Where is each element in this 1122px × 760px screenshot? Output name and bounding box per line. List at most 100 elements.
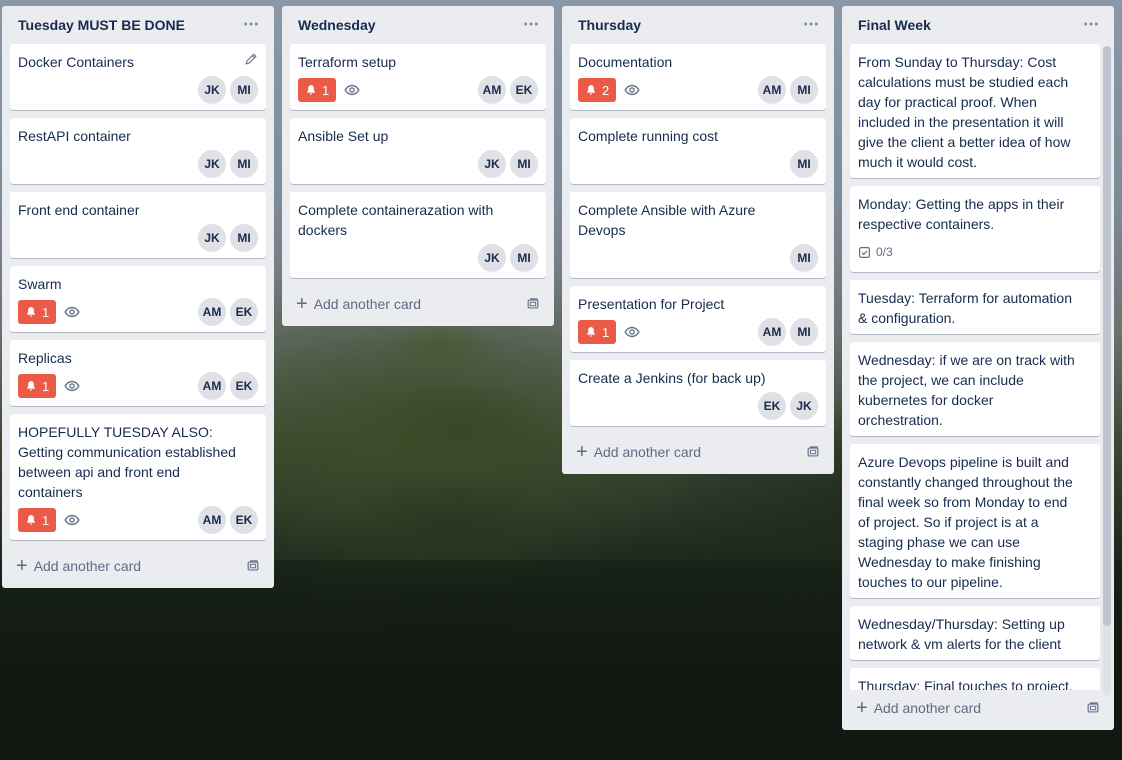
card[interactable]: Ansible Set up JK MI	[290, 118, 546, 184]
card[interactable]: HOPEFULLY TUESDAY ALSO: Getting communic…	[10, 414, 266, 540]
card[interactable]: Wednesday/Thursday: Setting up network &…	[850, 606, 1100, 660]
member-avatar[interactable]: JK	[478, 244, 506, 272]
list-header[interactable]: Tuesday MUST BE DONE ⋯	[2, 6, 274, 44]
card[interactable]: Replicas 1 AM EK	[10, 340, 266, 406]
card-footer: MI	[578, 150, 818, 178]
card-template-icon[interactable]	[806, 445, 820, 459]
member-avatar[interactable]: JK	[790, 392, 818, 420]
card-title: Complete Ansible with Azure Devops	[578, 202, 756, 238]
card-template-icon[interactable]	[1086, 701, 1100, 715]
member-avatar[interactable]: JK	[198, 224, 226, 252]
card-title: Azure Devops pipeline is built and const…	[858, 454, 1073, 590]
card[interactable]: Thursday: Final touches to project. This…	[850, 668, 1100, 690]
list-menu-icon[interactable]: ⋯	[799, 16, 824, 34]
card-title: Wednesday: if we are on track with the p…	[858, 352, 1075, 428]
card-title: From Sunday to Thursday: Cost calculatio…	[858, 54, 1071, 170]
member-avatar[interactable]: MI	[230, 224, 258, 252]
due-alert-badge[interactable]: 1	[18, 508, 57, 532]
due-alert-badge[interactable]: 1	[578, 320, 617, 344]
member-avatar[interactable]: JK	[198, 76, 226, 104]
card-members: MI	[790, 244, 818, 272]
member-avatar[interactable]: MI	[790, 244, 818, 272]
card-members: JK MI	[198, 76, 258, 104]
add-card-button[interactable]: + Add another card	[576, 442, 701, 462]
due-alert-badge[interactable]: 1	[298, 78, 337, 102]
edit-pencil-icon[interactable]	[244, 52, 258, 66]
card[interactable]: Front end container JK MI	[10, 192, 266, 258]
member-avatar[interactable]: EK	[510, 76, 538, 104]
due-alert-badge[interactable]: 1	[18, 300, 57, 324]
list-header[interactable]: Thursday ⋯	[562, 6, 834, 44]
card[interactable]: Complete running cost MI	[570, 118, 826, 184]
member-avatar[interactable]: AM	[198, 298, 226, 326]
due-alert-badge[interactable]: 2	[578, 78, 617, 102]
card[interactable]: Complete Ansible with Azure Devops MI	[570, 192, 826, 278]
card-title: Presentation for Project	[578, 296, 725, 312]
card-template-icon[interactable]	[246, 559, 260, 573]
member-avatar[interactable]: AM	[758, 76, 786, 104]
list-menu-icon[interactable]: ⋯	[1079, 16, 1104, 34]
member-avatar[interactable]: EK	[758, 392, 786, 420]
add-card-button[interactable]: + Add another card	[856, 698, 981, 718]
card-footer: 1 AM EK	[298, 76, 538, 104]
member-avatar[interactable]: MI	[790, 150, 818, 178]
list-header[interactable]: Final Week ⋯	[842, 6, 1114, 44]
card-badges: 0/3	[858, 245, 893, 259]
scroll-thumb[interactable]	[1103, 46, 1111, 626]
list-1: Wednesday ⋯ Terraform setup 1 AM EK Ansible Se…	[282, 6, 554, 326]
card[interactable]: Docker Containers JK MI	[10, 44, 266, 110]
list-title[interactable]: Wednesday	[298, 17, 376, 33]
add-card-button[interactable]: + Add another card	[16, 556, 141, 576]
member-avatar[interactable]: AM	[758, 318, 786, 346]
member-avatar[interactable]: MI	[510, 244, 538, 272]
card-title: HOPEFULLY TUESDAY ALSO: Getting communic…	[18, 424, 236, 500]
card-badges: 1	[18, 508, 80, 532]
card-footer: 1 AM MI	[578, 318, 818, 346]
member-avatar[interactable]: EK	[230, 506, 258, 534]
add-card-row: + Add another card	[282, 286, 554, 326]
member-avatar[interactable]: AM	[198, 372, 226, 400]
card[interactable]: Tuesday: Terraform for automation & conf…	[850, 280, 1100, 334]
list-scrollbar[interactable]	[1103, 46, 1111, 696]
plus-icon: +	[296, 293, 308, 315]
due-alert-badge[interactable]: 1	[18, 374, 57, 398]
card[interactable]: Presentation for Project 1 AM MI	[570, 286, 826, 352]
member-avatar[interactable]: AM	[478, 76, 506, 104]
card-members: MI	[790, 150, 818, 178]
card[interactable]: Create a Jenkins (for back up) EK JK	[570, 360, 826, 426]
card[interactable]: Complete containerazation with dockers JK…	[290, 192, 546, 278]
member-avatar[interactable]: JK	[198, 150, 226, 178]
card-template-icon[interactable]	[526, 297, 540, 311]
card[interactable]: Swarm 1 AM EK	[10, 266, 266, 332]
card[interactable]: Monday: Getting the apps in their respec…	[850, 186, 1100, 272]
card[interactable]: Wednesday: if we are on track with the p…	[850, 342, 1100, 436]
list-menu-icon[interactable]: ⋯	[519, 16, 544, 34]
list-title[interactable]: Thursday	[578, 17, 641, 33]
member-avatar[interactable]: MI	[790, 318, 818, 346]
add-card-row: + Add another card	[2, 548, 274, 588]
member-avatar[interactable]: MI	[790, 76, 818, 104]
member-avatar[interactable]: MI	[510, 150, 538, 178]
card[interactable]: From Sunday to Thursday: Cost calculatio…	[850, 44, 1100, 178]
member-avatar[interactable]: EK	[230, 298, 258, 326]
card-title: Front end container	[18, 202, 140, 218]
list-0: Tuesday MUST BE DONE ⋯ Docker Containers JK…	[2, 6, 274, 588]
add-card-button[interactable]: + Add another card	[296, 293, 421, 315]
list-header[interactable]: Wednesday ⋯	[282, 6, 554, 44]
member-avatar[interactable]: MI	[230, 76, 258, 104]
list-title[interactable]: Tuesday MUST BE DONE	[18, 17, 185, 33]
add-card-row: + Add another card	[562, 434, 834, 474]
card-footer: JK MI	[298, 244, 538, 272]
card[interactable]: Documentation 2 AM MI	[570, 44, 826, 110]
list-title[interactable]: Final Week	[858, 17, 931, 33]
card-members: JK MI	[198, 224, 258, 252]
member-avatar[interactable]: EK	[230, 372, 258, 400]
member-avatar[interactable]: JK	[478, 150, 506, 178]
card[interactable]: RestAPI container JK MI	[10, 118, 266, 184]
member-avatar[interactable]: AM	[198, 506, 226, 534]
list-menu-icon[interactable]: ⋯	[239, 16, 264, 34]
card[interactable]: Azure Devops pipeline is built and const…	[850, 444, 1100, 598]
member-avatar[interactable]: MI	[230, 150, 258, 178]
card[interactable]: Terraform setup 1 AM EK	[290, 44, 546, 110]
bell-icon	[25, 514, 37, 526]
